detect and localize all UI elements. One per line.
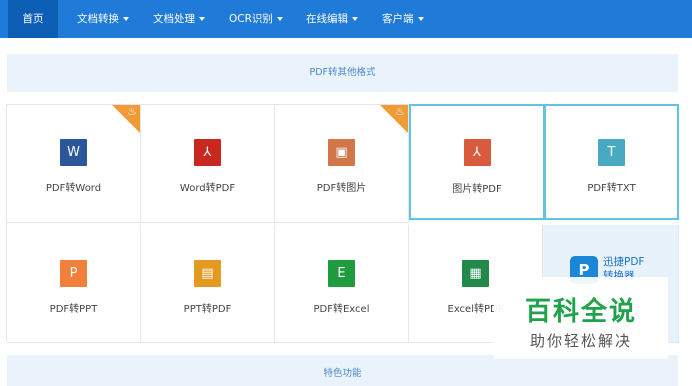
section-title-formats: PDF转其他格式 — [7, 54, 678, 92]
tool-label: PDF转Word — [45, 183, 102, 194]
excel-icon: E — [328, 260, 355, 287]
tool-card-pdf-to-image[interactable]: ♨ ▣ PDF转图片 — [275, 105, 409, 223]
word-icon: W — [60, 139, 87, 166]
chevron-down-icon — [123, 17, 129, 21]
tool-card-ppt-to-pdf[interactable]: ▤ PPT转PDF — [141, 225, 275, 343]
nav-online-edit[interactable]: 在线编辑 — [306, 0, 358, 38]
chevron-down-icon — [276, 17, 283, 21]
watermark-subtitle: 助你轻松解决 — [529, 332, 632, 350]
tool-label: PDF转PPT — [49, 304, 98, 315]
slides-icon: ▤ — [194, 260, 221, 287]
flame-icon: ♨ — [395, 105, 405, 118]
nav-client-label: 客户端 — [382, 13, 414, 25]
image-icon: ▣ — [328, 139, 355, 166]
chevron-down-icon — [417, 17, 424, 21]
tool-card-pdf-to-ppt[interactable]: P PDF转PPT — [7, 225, 141, 343]
pdf-icon: ⅄ — [194, 139, 221, 166]
chevron-down-icon — [352, 17, 358, 21]
tool-label: PDF转TXT — [587, 183, 636, 194]
top-navbar: 首页 文档转换 文档处理 OCR识别 在线编辑 客户端 — [0, 0, 692, 38]
nav-ocr[interactable]: OCR识别 — [229, 0, 283, 38]
tool-label: PDF转图片 — [316, 183, 367, 194]
nav-online-edit-label: 在线编辑 — [306, 13, 348, 25]
section-title-features: 特色功能 — [7, 355, 678, 386]
nav-doc-convert[interactable]: 文档转换 — [77, 0, 129, 38]
pdf-icon: ⅄ — [463, 139, 491, 166]
powerpoint-icon: P — [60, 260, 87, 287]
tool-label: PPT转PDF — [183, 304, 232, 315]
tool-card-pdf-to-word[interactable]: ♨ W PDF转Word — [7, 105, 141, 223]
text-icon: T — [598, 139, 625, 166]
watermark-title: 百科全说 — [524, 297, 637, 327]
tool-card-pdf-to-txt[interactable]: T PDF转TXT — [544, 104, 679, 220]
tool-label: Word转PDF — [179, 183, 236, 194]
tool-label: 图片转PDF — [452, 184, 502, 195]
nav-doc-convert-label: 文档转换 — [77, 13, 119, 25]
promo-line-1: 迅捷PDF — [603, 256, 645, 268]
nav-home[interactable]: 首页 — [8, 0, 58, 38]
tool-label: PDF转Excel — [313, 304, 370, 315]
flame-icon: ♨ — [127, 105, 137, 118]
nav-ocr-label: OCR识别 — [229, 13, 273, 25]
chevron-down-icon — [199, 17, 205, 21]
watermark: 百科全说 助你轻松解决 — [494, 277, 668, 359]
spreadsheet-icon: ▦ — [462, 260, 489, 287]
nav-doc-process[interactable]: 文档处理 — [153, 0, 205, 38]
nav-client[interactable]: 客户端 — [382, 0, 424, 38]
tool-card-word-to-pdf[interactable]: ⅄ Word转PDF — [141, 105, 275, 223]
tool-card-pdf-to-excel[interactable]: E PDF转Excel — [275, 225, 409, 343]
tool-card-image-to-pdf[interactable]: ⅄ 图片转PDF — [409, 104, 545, 220]
nav-doc-process-label: 文档处理 — [153, 13, 195, 25]
